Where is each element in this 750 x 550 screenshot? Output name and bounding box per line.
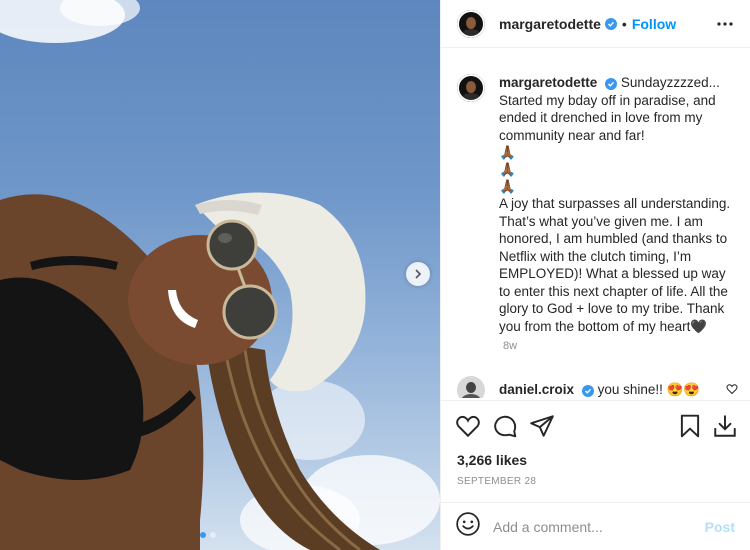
carousel-indicator [200, 532, 216, 538]
add-comment-input[interactable] [493, 518, 693, 535]
chevron-right-icon [415, 269, 422, 279]
carousel-dot-active [200, 532, 206, 538]
like-heart-icon[interactable] [455, 413, 481, 444]
comment-body: you shine!! 😍😍 [597, 382, 701, 397]
header-separator: • [621, 15, 627, 32]
caption-emoji-3: 🙏🏾 [499, 179, 516, 194]
verified-badge-icon [605, 78, 618, 90]
comments-list[interactable]: margaretodette Sundayzzzzed... Started m… [441, 60, 750, 398]
download-icon[interactable] [712, 413, 738, 444]
comment-bubble-icon[interactable] [492, 413, 518, 444]
caption-username[interactable]: margaretodette [499, 75, 597, 90]
caption-timestamp[interactable]: 8w [503, 340, 517, 352]
caption-body-2: A joy that surpasses all understanding. … [499, 196, 731, 334]
share-send-icon[interactable] [529, 413, 555, 444]
caption-text: margaretodette Sundayzzzzed... Started m… [499, 74, 739, 335]
author-username[interactable]: margaretodette [499, 16, 601, 32]
like-count[interactable]: 3,266 likes [457, 452, 527, 468]
post-header: margaretodette • Follow [441, 0, 750, 48]
verified-badge-icon [604, 17, 617, 30]
caption: margaretodette Sundayzzzzed... Started m… [457, 74, 739, 335]
save-bookmark-icon[interactable] [677, 413, 703, 444]
more-options-icon[interactable] [715, 14, 735, 39]
caption-emoji-2: 🙏🏾 [499, 162, 516, 177]
comment-username[interactable]: daniel.croix [499, 382, 574, 397]
verified-badge-icon [581, 385, 594, 397]
post-side-panel: margaretodette • Follow margaretodette S… [440, 0, 750, 550]
caption-emoji-1: 🙏🏾 [499, 145, 516, 160]
follow-button[interactable]: Follow [632, 16, 676, 32]
next-image-button[interactable] [406, 262, 430, 286]
author-avatar[interactable] [457, 9, 485, 38]
post-actions-bar [441, 400, 750, 450]
commenter-avatar[interactable] [457, 376, 485, 398]
comment-composer: Post [441, 502, 750, 550]
post-comment-button[interactable]: Post [705, 519, 735, 535]
emoji-picker-icon[interactable] [455, 511, 481, 542]
post-photo[interactable] [0, 0, 440, 550]
caption-author-avatar[interactable] [457, 74, 485, 102]
like-comment-heart-icon[interactable] [726, 382, 738, 400]
post-date: SEPTEMBER 28 [457, 476, 537, 487]
comment-item: daniel.croix you shine!! 😍😍 [457, 376, 700, 398]
carousel-dot [210, 532, 216, 538]
comment-text: daniel.croix you shine!! 😍😍 [499, 382, 700, 398]
photo-scene [0, 0, 440, 550]
